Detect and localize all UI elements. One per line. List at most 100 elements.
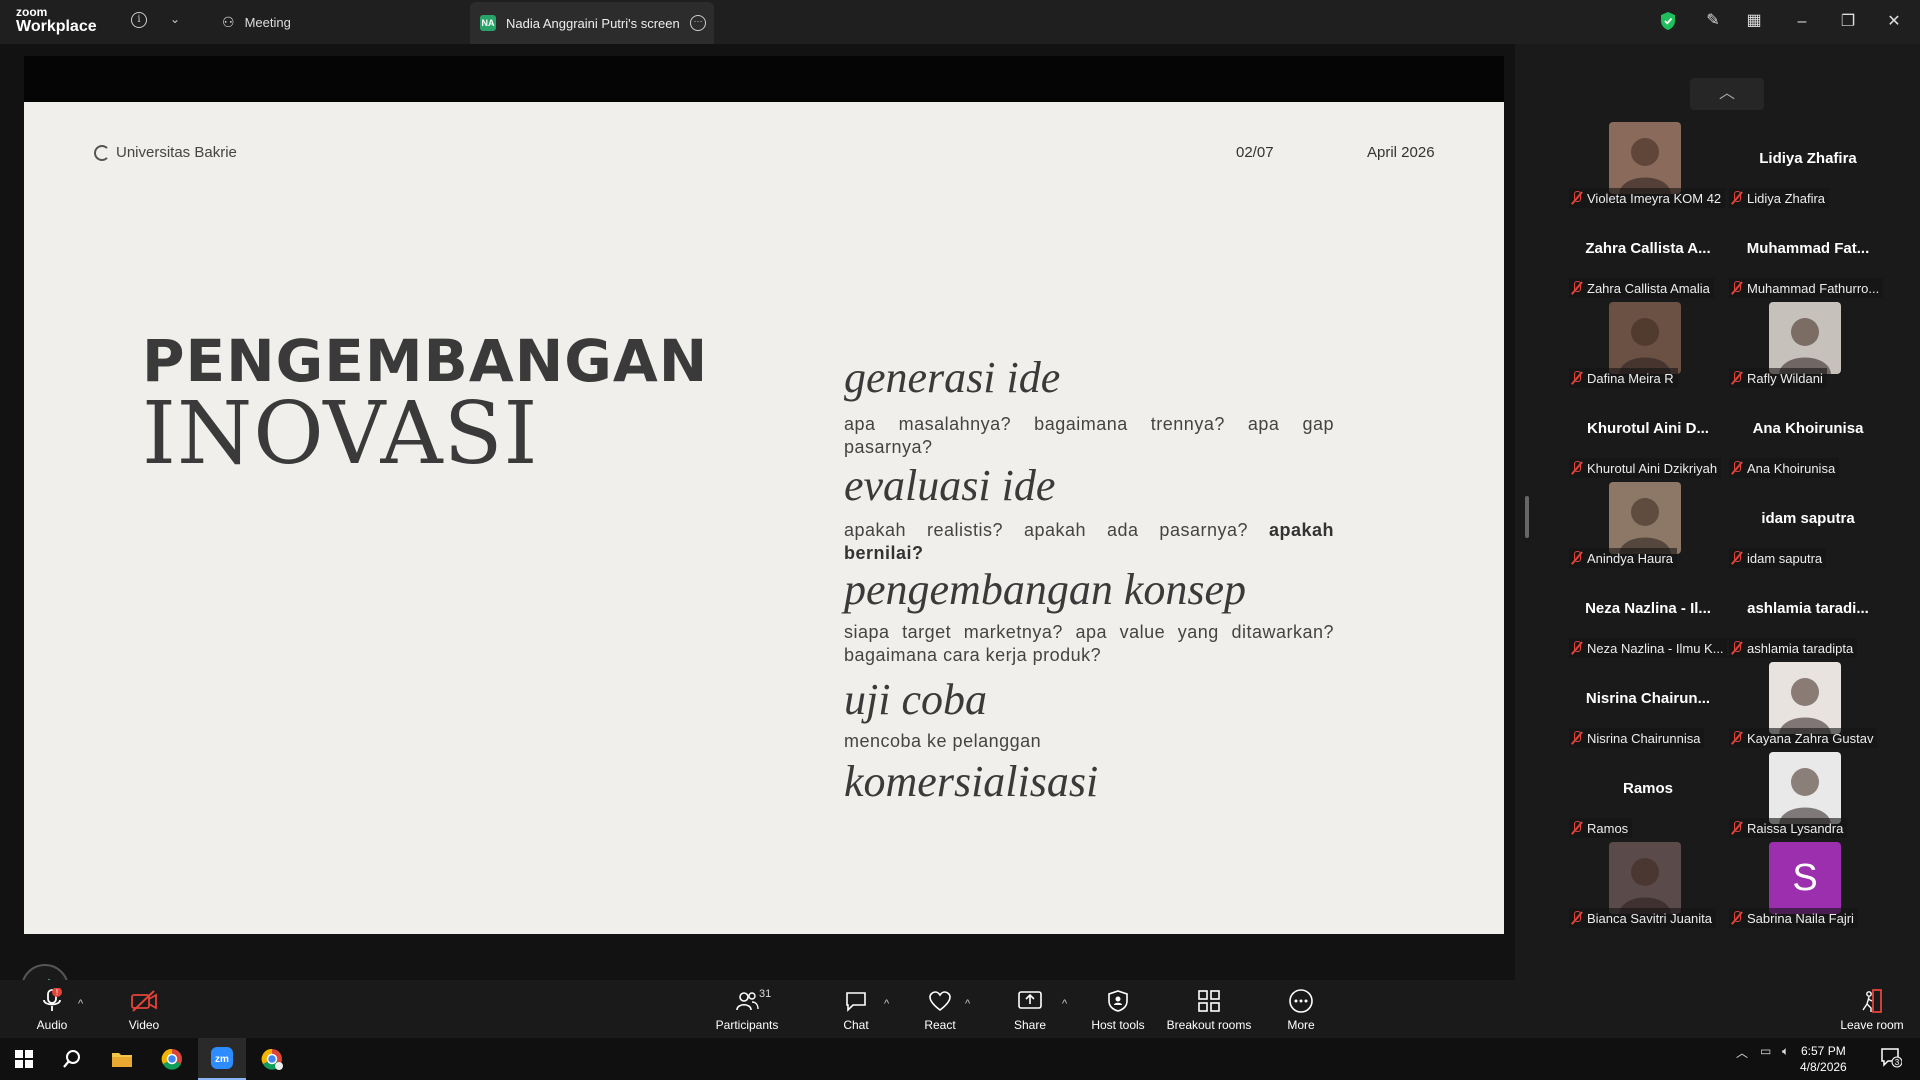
university-name: Universitas Bakrie [116,144,237,161]
search-icon[interactable] [48,1038,96,1080]
annotate-pen-icon[interactable]: ✎ [1703,11,1723,31]
mic-muted-icon [1571,551,1583,565]
host-tools-label: Host tools [1091,1018,1145,1032]
participant-tile[interactable]: Anindya Haura [1569,482,1727,572]
video-button[interactable]: Video [128,980,160,1038]
mic-muted-icon [1731,821,1743,835]
participant-tile[interactable]: Raissa Lysandra [1729,752,1887,842]
step-description: apa masalahnya? bagaimana trennya? apa g… [844,414,1334,457]
logo-top: zoom [16,5,48,19]
participant-tile[interactable]: Zahra Callista A... Zahra Callista Amalia [1569,212,1727,302]
participant-tile[interactable]: Nisrina Chairun... Nisrina Chairunnisa [1569,662,1727,752]
participant-tile[interactable]: Rafly Wildani [1729,302,1887,392]
participant-name: Neza Nazlina - Ilmu K... [1587,640,1724,656]
leave-room-button[interactable]: Leave room [1840,980,1904,1038]
info-icon[interactable]: i [131,12,147,28]
participant-tile[interactable]: ashlamia taradi... ashlamia taradipta [1729,572,1887,662]
mic-muted-icon [1731,911,1743,925]
participant-display-name: Ramos [1622,780,1674,797]
step-description-text: apakah realistis? apakah ada pasarnya? [844,520,1248,540]
audio-button[interactable]: ! Audio [36,980,68,1038]
react-options-chevron-icon[interactable]: ^ [965,998,970,1010]
logo-bottom: Workplace [16,18,97,35]
minimize-icon[interactable]: – [1790,10,1814,34]
participant-name: Dafina Meira R [1587,370,1674,386]
windows-start-icon[interactable] [0,1038,48,1080]
restore-icon[interactable]: ❐ [1836,10,1860,34]
gallery-scroll-up-button[interactable]: ︿ [1690,78,1764,110]
tab-more-icon[interactable]: ··· [690,15,706,31]
file-explorer-icon[interactable] [98,1038,146,1080]
mic-muted-icon [1571,191,1583,205]
host-tools-button[interactable]: Host tools [1090,980,1146,1038]
tray-expand-chevron-icon[interactable]: ︿ [1736,1044,1748,1061]
participant-tile[interactable]: Khurotul Aini D... Khurotul Aini Dzikriya… [1569,392,1727,482]
react-button[interactable]: React [924,980,956,1038]
step-heading: komersialisasi [844,757,1099,806]
participant-name: idam saputra [1747,550,1823,566]
zoom-app-icon[interactable]: zm [198,1038,246,1080]
mic-muted-icon [1571,281,1583,295]
participant-tile[interactable]: Dafina Meira R [1569,302,1727,392]
chat-options-chevron-icon[interactable]: ^ [884,998,889,1010]
taskbar-clock[interactable]: 6:57 PM 4/8/2026 [1800,1043,1847,1075]
view-layout-icon[interactable]: ▦ [1744,11,1764,31]
mic-muted-icon [1731,281,1743,295]
chevron-down-icon[interactable]: ⌄ [170,12,180,26]
participant-name: Kayana Zahra Gustav [1747,730,1874,746]
zoom-workplace-logo: zoom Workplace [16,6,97,35]
participant-tile[interactable]: Bianca Savitri Juanita [1569,842,1727,932]
participant-tile[interactable]: idam saputra idam saputra [1729,482,1887,572]
share-label: Share [1013,1018,1047,1032]
close-icon[interactable]: ✕ [1882,10,1906,34]
participant-name-label: Nisrina Chairunnisa [1569,728,1705,748]
encryption-shield-icon[interactable] [1660,11,1676,31]
participant-display-name: Nisrina Chairun... [1585,690,1711,707]
participants-count: 31 [759,988,772,1000]
participant-tile[interactable]: Ramos Ramos [1569,752,1727,842]
participant-video [1769,662,1841,734]
chat-button[interactable]: Chat [842,980,870,1038]
more-label: More [1287,1018,1315,1032]
volume-icon[interactable]: 🔈︎ [1782,1044,1789,1059]
gallery-resize-handle[interactable] [1525,496,1529,538]
university-logo: Universitas Bakrie [94,144,237,161]
mic-muted-icon [1731,461,1743,475]
network-icon[interactable]: ▭ [1760,1044,1771,1058]
participant-display-name: Ana Khoirunisa [1752,420,1864,437]
step-heading: evaluasi ide [844,461,1056,510]
participant-name: Raissa Lysandra [1747,820,1844,836]
tab-shared-screen[interactable]: NA Nadia Anggraini Putri's screen ··· [470,2,714,44]
share-options-chevron-icon[interactable]: ^ [1062,998,1067,1010]
chrome-profile-icon[interactable] [248,1038,296,1080]
share-button[interactable]: Share [1014,980,1046,1038]
tab-meeting[interactable]: ⚇ Meeting [212,0,301,44]
more-button[interactable]: More [1286,980,1316,1038]
participant-display-name: Lidiya Zhafira [1759,150,1857,167]
audio-options-chevron-icon[interactable]: ^ [78,998,83,1010]
more-icon [1287,988,1315,1014]
chat-label: Chat [843,1018,869,1032]
participant-video [1769,752,1841,824]
mic-muted-icon [1571,821,1583,835]
share-screen-icon [1016,988,1044,1014]
tab-meeting-label: Meeting [244,14,291,30]
participant-tile[interactable]: Kayana Zahra Gustav [1729,662,1887,752]
meeting-controls-bar: ! Audio ^ Video 31 Participants Chat ^ R… [0,980,1920,1038]
participants-button[interactable]: 31 Participants [712,980,782,1038]
participant-tile[interactable]: Violeta Imeyra KOM 42 [1569,122,1727,212]
chrome-icon[interactable] [148,1038,196,1080]
participant-tile[interactable]: Muhammad Fat... Muhammad Fathurro... [1729,212,1887,302]
participant-tile[interactable]: Lidiya Zhafira Lidiya Zhafira [1729,122,1887,212]
participant-tile[interactable]: Neza Nazlina - Il... Neza Nazlina - Ilmu … [1569,572,1727,662]
participant-name: Ramos [1587,820,1629,836]
participant-name: ashlamia taradipta [1747,640,1854,656]
notification-center-icon[interactable]: 3 [1880,1046,1903,1071]
presentation-slide: Universitas Bakrie 02/07 April 2026 PENG… [24,102,1504,934]
participant-tile[interactable]: Ana Khoirunisa Ana Khoirunisa [1729,392,1887,482]
participant-name: Bianca Savitri Juanita [1587,910,1713,926]
participant-name: Muhammad Fathurro... [1747,280,1880,296]
participant-tile[interactable]: S Sabrina Naila Fajri [1729,842,1887,932]
mic-muted-icon [1731,731,1743,745]
breakout-rooms-button[interactable]: Breakout rooms [1166,980,1252,1038]
